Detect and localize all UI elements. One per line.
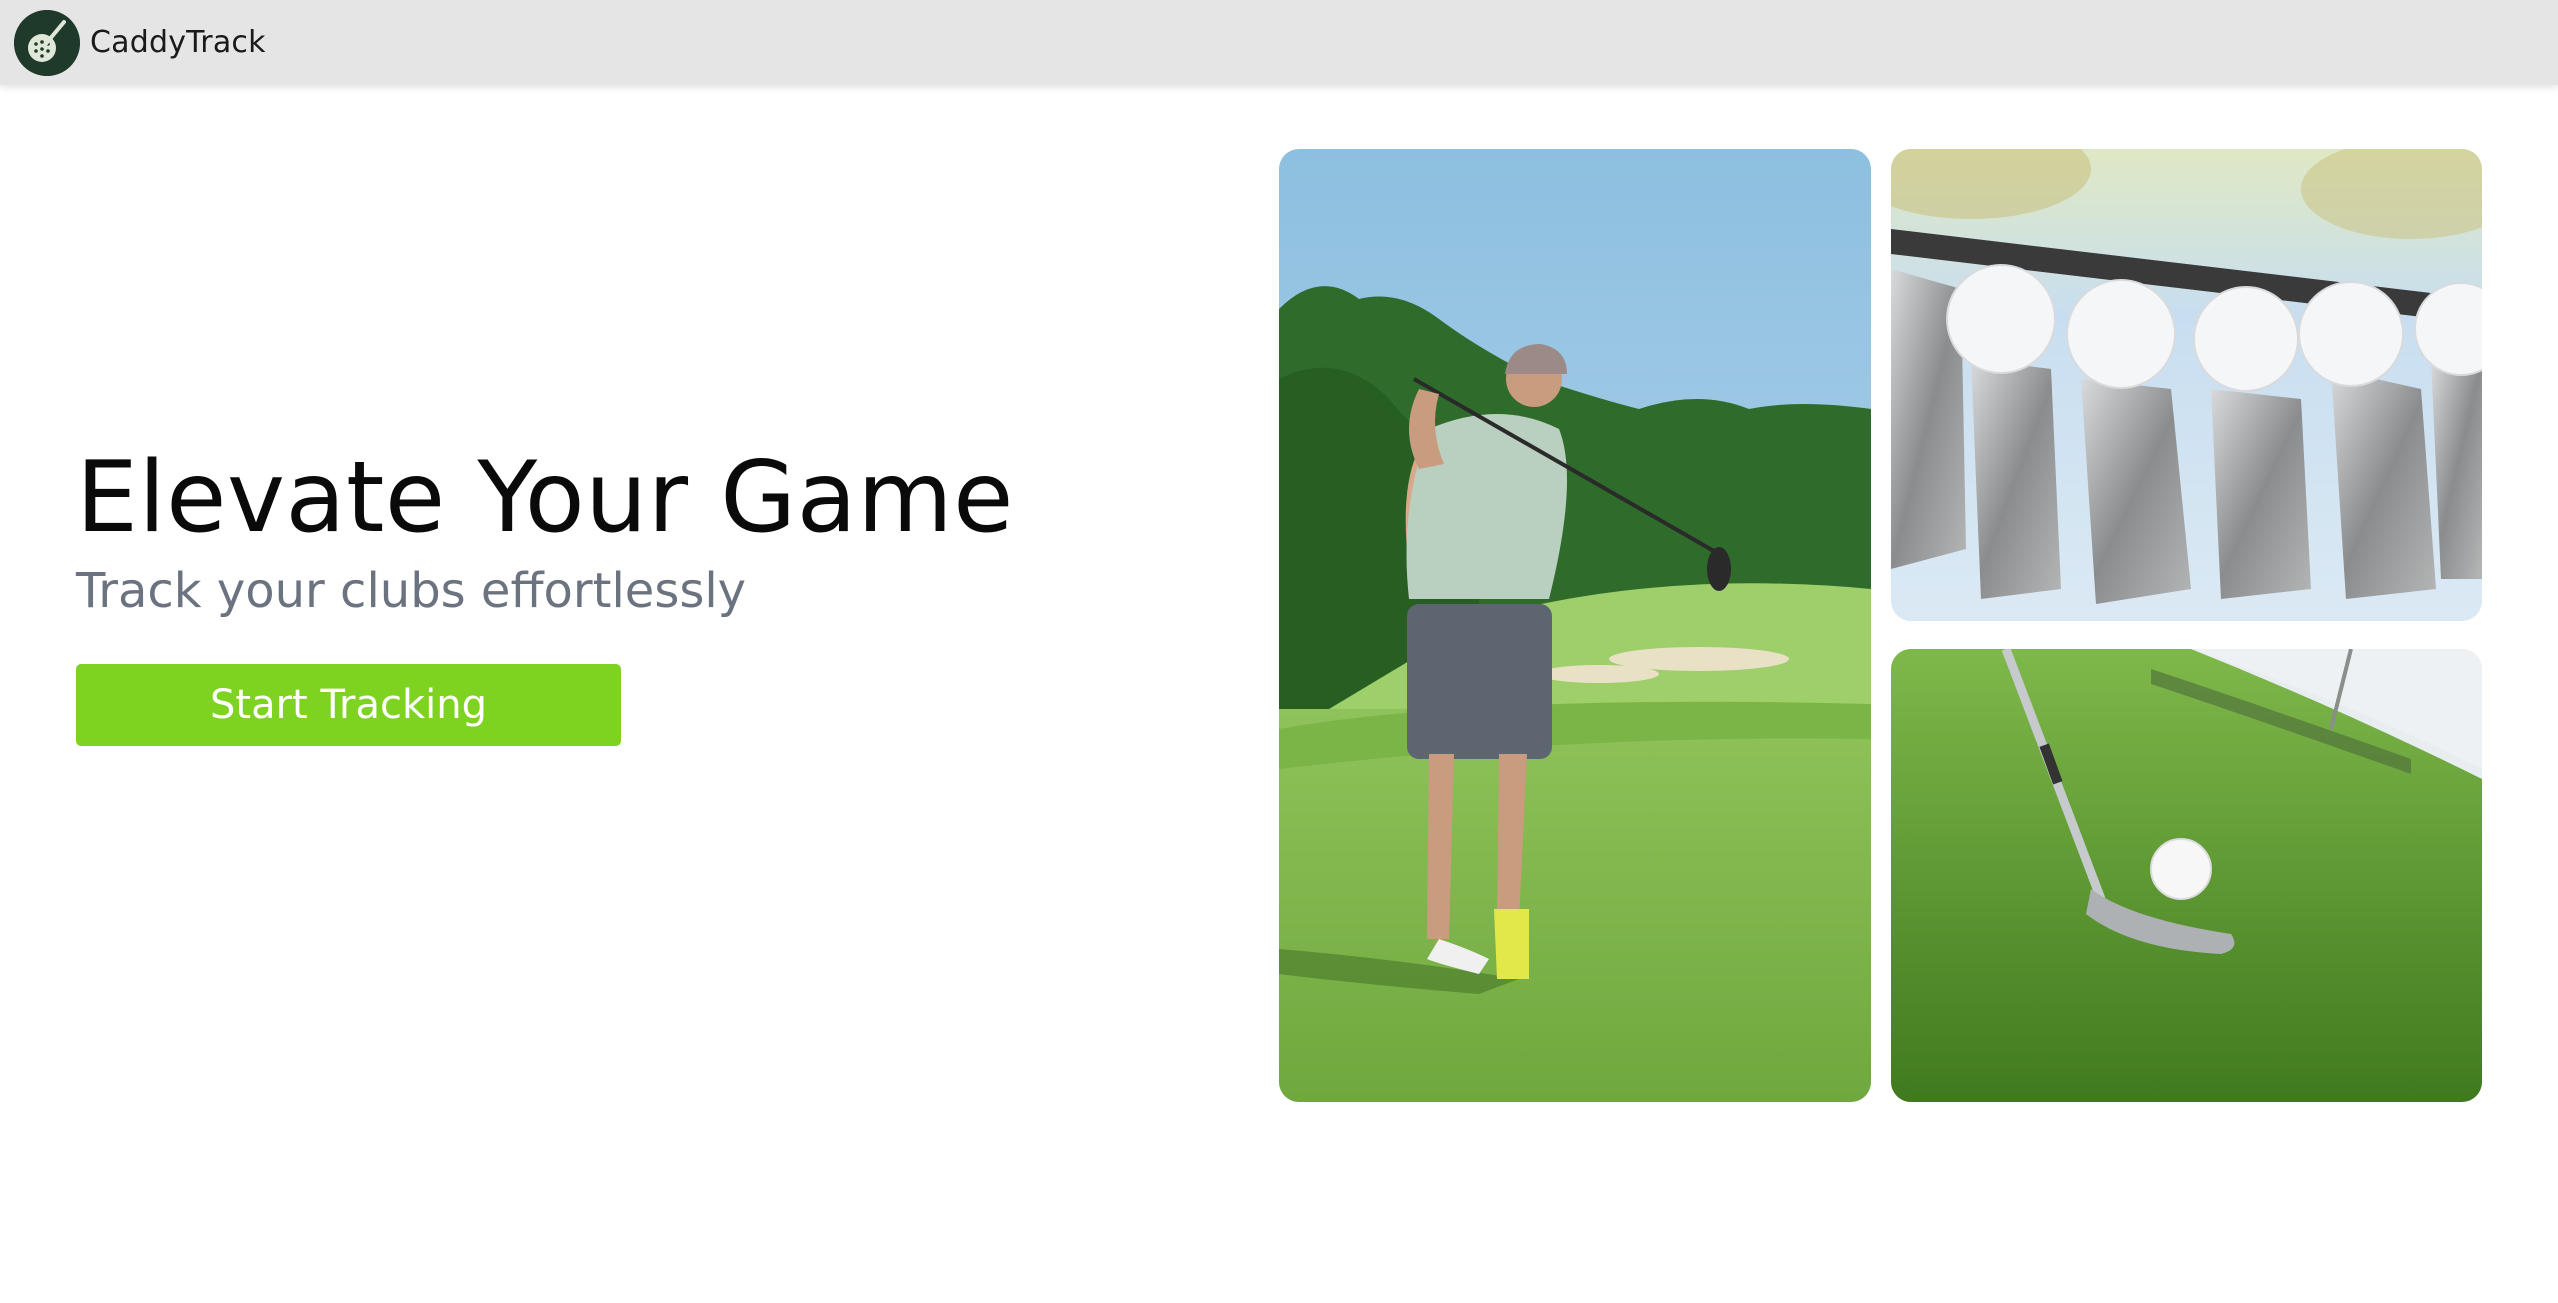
brand-name[interactable]: CaddyTrack <box>90 25 266 60</box>
hero-subheadline: Track your clubs effortlessly <box>76 562 747 619</box>
start-tracking-button[interactable]: Start Tracking <box>76 664 621 746</box>
golfer-swing-photo <box>1279 149 1871 1102</box>
golf-ball-club-icon[interactable] <box>14 9 80 76</box>
golf-clubs-balls-photo <box>1891 149 2482 621</box>
wedge-ball-grass-photo <box>1891 649 2482 1102</box>
hero-text-block: Elevate Your Game Track your clubs effor… <box>76 441 1176 620</box>
top-navigation-bar: CaddyTrack <box>0 0 2558 85</box>
hero-headline: Elevate Your Game <box>76 441 1014 555</box>
